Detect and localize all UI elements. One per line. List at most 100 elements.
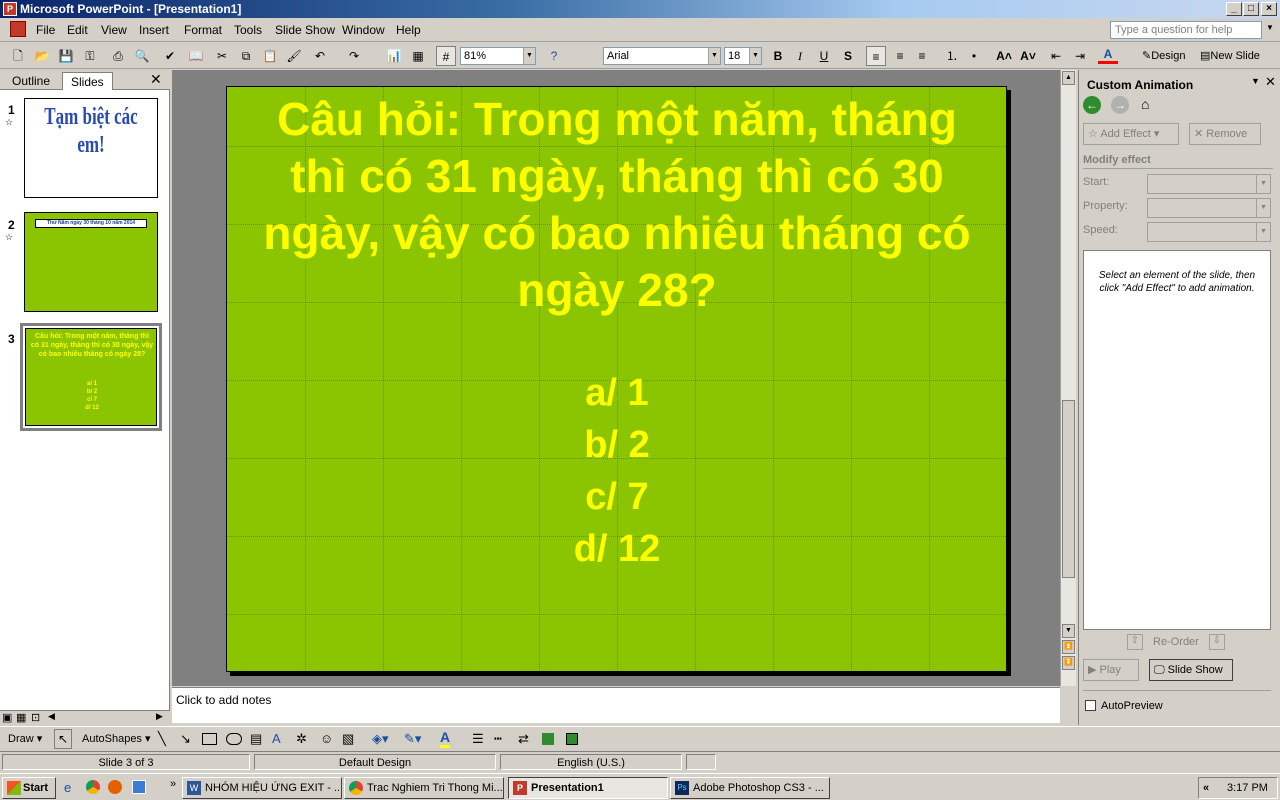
close-button[interactable]: × [1261,2,1277,16]
menu-file[interactable]: File [36,23,55,37]
open-icon[interactable]: 📂 [32,46,52,66]
scroll-right-icon[interactable]: ▶ [156,711,163,722]
align-left-icon[interactable]: ≡ [866,46,886,66]
close-task-pane-icon[interactable]: ✕ [1265,74,1276,90]
powerpoint-app-icon[interactable]: P [3,2,17,16]
design-button[interactable]: ✎Design [1142,49,1185,62]
slide-thumbnail-3-selected[interactable]: Câu hỏi: Trong một năm, tháng thì có 31 … [20,323,162,431]
previous-slide-icon[interactable]: ⏫ [1062,640,1075,654]
back-icon[interactable]: ← [1083,96,1101,114]
wordart-icon[interactable]: A [272,731,281,746]
taskbar-item-chrome[interactable]: Trac Nghiem Tri Thong Mi... [344,777,504,799]
save-icon[interactable]: 💾 [56,46,76,66]
line-icon[interactable]: ╲ [158,731,166,747]
format-painter-icon[interactable]: 🖌 [284,46,304,66]
dash-style-icon[interactable]: ┅ [494,731,502,747]
print-icon[interactable]: ⎙ [108,46,128,66]
slide-thumbnail-2[interactable]: Thứ Năm ngày 30 tháng 10 năm 2014 [24,212,158,312]
menu-format[interactable]: Format [184,23,222,37]
shadow-icon[interactable]: S [838,46,858,66]
paste-icon[interactable]: 📋 [260,46,280,66]
add-effect-button[interactable]: ☆ Add Effect ▾ [1083,123,1179,145]
document-icon[interactable] [10,21,26,37]
oval-icon[interactable] [226,733,242,745]
pane-menu-icon[interactable]: ▼ [1251,76,1260,86]
font-size-select[interactable]: 18 ▼ [724,47,762,65]
taskbar-item-photoshop[interactable]: Ps Adobe Photoshop CS3 - ... [670,777,830,799]
3d-style-icon[interactable] [566,733,578,745]
permission-icon[interactable]: ⚿ [80,46,100,66]
align-right-icon[interactable]: ≡ [912,46,932,66]
bullets-icon[interactable]: • [964,46,984,66]
taskbar-item-word[interactable]: W NHÓM HIỆU ỨNG EXIT - ... [182,777,342,799]
line-color-icon[interactable]: ✎▾ [404,731,421,747]
scroll-up-icon[interactable]: ▲ [1062,71,1075,85]
diagram-icon[interactable]: ✲ [296,731,307,747]
copy-icon[interactable]: ⧉ [236,46,256,66]
autopreview-checkbox[interactable] [1085,700,1096,711]
align-center-icon[interactable]: ≡ [890,46,910,66]
arrow-icon[interactable]: ↘ [180,731,191,747]
menu-view[interactable]: View [101,23,127,37]
close-pane-icon[interactable]: ✕ [150,71,162,88]
print-preview-icon[interactable]: 🔍 [132,46,152,66]
scroll-thumb[interactable] [1062,400,1075,578]
new-slide-button[interactable]: ▤New Slide [1200,49,1260,62]
redo-icon[interactable]: ↷ [344,46,364,66]
autoshapes-menu[interactable]: AutoShapes ▾ [82,732,151,745]
tab-slides[interactable]: Slides [62,72,113,90]
picture-icon[interactable]: ▧ [342,731,354,747]
slide-show-button[interactable]: 🖵 Slide Show [1149,659,1233,681]
slide-show-view-icon[interactable]: ⊡ [31,711,40,724]
arrow-style-icon[interactable]: ⇄ [518,731,529,747]
draw-menu[interactable]: Draw ▾ [8,732,42,745]
font-select[interactable]: Arial ▼ [603,47,721,65]
help-icon[interactable]: ? [544,46,564,66]
speed-select[interactable]: ▼ [1147,222,1271,242]
zoom-select[interactable]: 81% ▼ [460,47,536,65]
clipart-icon[interactable]: ☺ [320,731,333,746]
increase-font-icon[interactable]: A˄ [994,46,1014,66]
minimize-button[interactable]: _ [1226,2,1242,16]
shadow-style-icon[interactable] [542,733,554,745]
property-select[interactable]: ▼ [1147,198,1271,218]
home-icon[interactable]: ⌂ [1141,96,1149,112]
new-icon[interactable]: 🗋 [8,46,28,66]
show-grid-icon[interactable]: # [436,46,456,66]
forward-icon[interactable]: → [1111,96,1129,114]
undo-icon[interactable]: ↶ [310,46,330,66]
increase-indent-icon[interactable]: ⇥ [1070,46,1090,66]
move-up-icon[interactable]: ⇧ [1127,634,1143,650]
insert-chart-icon[interactable]: 📊 [384,46,404,66]
underline-icon[interactable]: U [814,46,834,66]
notes-pane[interactable]: Click to add notes [172,687,1060,723]
normal-view-icon[interactable]: ▣ [2,711,12,724]
remove-button[interactable]: ✕ Remove [1189,123,1261,145]
decrease-indent-icon[interactable]: ⇤ [1046,46,1066,66]
quicklaunch-more-icon[interactable]: » [170,778,176,790]
play-button[interactable]: ▶ Play [1083,659,1139,681]
menu-slide-show[interactable]: Slide Show [275,23,335,37]
slide-question[interactable]: Câu hỏi: Trong một năm, tháng thì có 31 … [247,91,987,319]
font-color-draw-icon[interactable]: A [440,729,451,748]
animation-list[interactable]: Select an element of the slide, then cli… [1083,250,1271,630]
numbering-icon[interactable]: ⒈ [942,46,962,66]
menu-insert[interactable]: Insert [139,23,169,37]
menu-help[interactable]: Help [396,23,421,37]
menu-edit[interactable]: Edit [67,23,88,37]
tray-expand-icon[interactable]: « [1203,782,1209,794]
help-search-input[interactable]: Type a question for help [1110,21,1262,39]
slide-sorter-icon[interactable]: ▦ [16,711,26,724]
decrease-font-icon[interactable]: A˅ [1018,46,1038,66]
line-style-icon[interactable]: ☰ [472,731,484,747]
start-select[interactable]: ▼ [1147,174,1271,194]
app-quicklaunch-icon[interactable] [132,780,146,794]
chrome-icon[interactable] [86,780,100,794]
scroll-left-icon[interactable]: ◀ [48,711,55,722]
insert-table-icon[interactable]: ▦ [408,46,428,66]
start-button[interactable]: Start [2,777,56,799]
move-down-icon[interactable]: ⇩ [1209,634,1225,650]
current-slide[interactable]: Câu hỏi: Trong một năm, tháng thì có 31 … [226,86,1007,672]
menu-tools[interactable]: Tools [234,23,262,37]
maximize-button[interactable]: □ [1243,2,1259,16]
